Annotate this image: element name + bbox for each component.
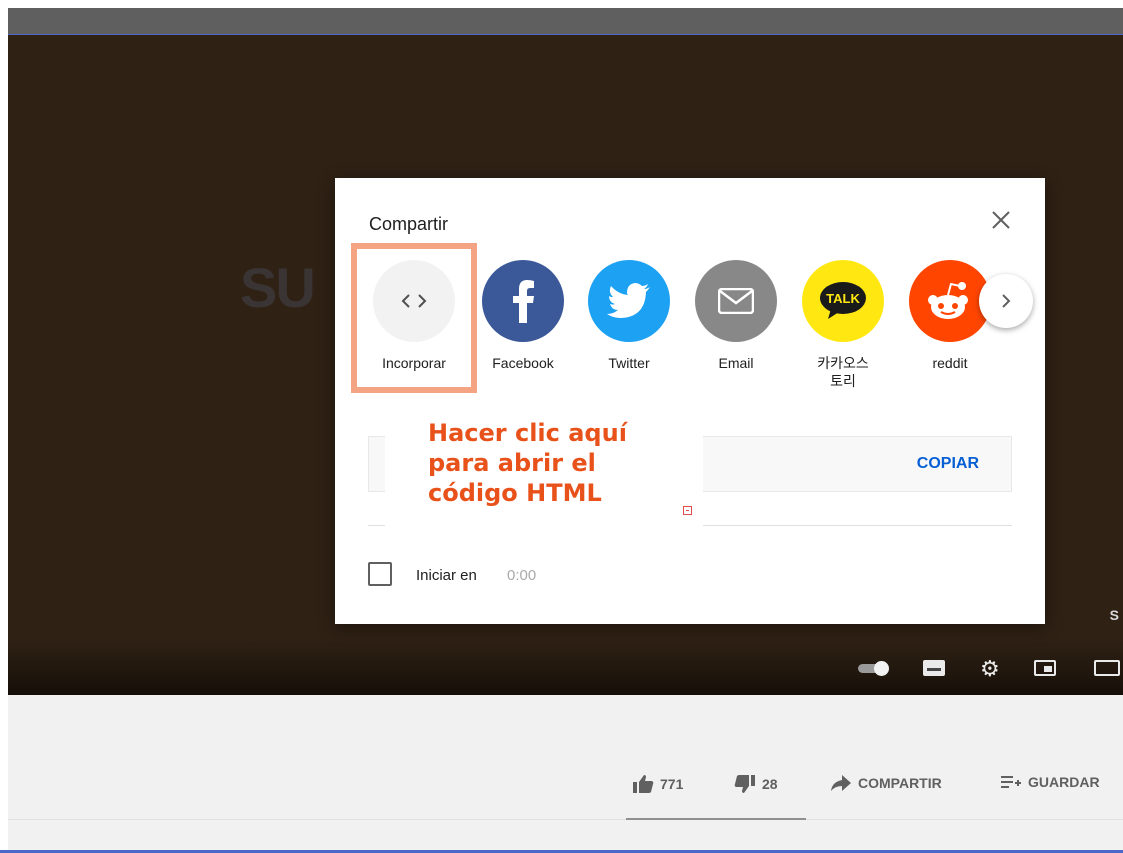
twitter-icon — [607, 283, 650, 318]
share-label: COMPARTIR — [858, 775, 942, 791]
share-embed[interactable]: Incorporar — [373, 260, 455, 372]
add-to-playlist-icon — [1001, 776, 1021, 788]
share-arrow-icon — [831, 775, 851, 791]
copy-button[interactable]: COPIAR — [917, 455, 979, 473]
share-label-twitter: Twitter — [608, 355, 650, 371]
kakao-talk-icon: TALK — [820, 282, 866, 319]
share-facebook[interactable]: Facebook — [482, 260, 564, 372]
chevron-right-icon — [1002, 294, 1011, 308]
svg-text:TALK: TALK — [826, 291, 860, 306]
player-controls: ⚙ — [8, 640, 1123, 695]
share-label-embed: Incorporar — [382, 355, 446, 371]
share-kakaostory[interactable]: TALK 카카오스토리 — [802, 260, 884, 390]
miniplayer-icon[interactable] — [1034, 660, 1056, 676]
active-underline — [626, 818, 806, 820]
start-at-time: 0:00 — [507, 567, 537, 584]
start-at-checkbox[interactable] — [368, 562, 392, 586]
kakao-circle: TALK — [802, 260, 884, 342]
next-share-options-button[interactable] — [979, 274, 1033, 328]
annotation-marker-icon — [683, 506, 692, 515]
divider-line — [8, 819, 1123, 820]
save-label: GUARDAR — [1028, 774, 1100, 790]
video-logo-text: SU — [240, 256, 316, 319]
email-circle — [695, 260, 777, 342]
share-twitter[interactable]: Twitter — [588, 260, 670, 372]
share-reddit[interactable]: reddit — [909, 260, 991, 372]
close-button[interactable] — [989, 208, 1013, 232]
share-email[interactable]: Email — [695, 260, 777, 372]
autoplay-toggle[interactable] — [858, 661, 892, 676]
video-corner-text: S — [1109, 607, 1119, 623]
theater-mode-icon[interactable] — [1094, 660, 1120, 676]
share-label-reddit: reddit — [932, 355, 968, 371]
share-label-kakaostory: 카카오스토리 — [817, 355, 869, 389]
share-label-email: Email — [718, 355, 754, 371]
video-info-area: 771 28 COMPARTIR GUARDAR — [8, 695, 1123, 850]
thumbs-up-icon — [633, 775, 654, 793]
embed-circle — [373, 260, 455, 342]
save-button[interactable]: GUARDAR — [1000, 774, 1100, 790]
start-at-label: Iniciar en — [416, 567, 477, 584]
close-icon — [992, 211, 1010, 229]
subtitles-icon[interactable] — [923, 660, 945, 676]
annotation-text: Hacer clic aquí para abrir el código HTM… — [428, 419, 627, 507]
dialog-title: Compartir — [369, 214, 449, 234]
share-dialog: Compartir Incorporar Facebook Twitter Em… — [335, 178, 1045, 624]
browser-top-bar — [8, 8, 1123, 35]
email-icon — [718, 288, 754, 314]
like-count: 771 — [660, 776, 684, 792]
dislike-count: 28 — [762, 776, 778, 792]
settings-gear-icon[interactable]: ⚙ — [980, 656, 1000, 682]
reddit-icon — [928, 282, 968, 319]
dislike-button[interactable]: 28 — [734, 774, 778, 794]
twitter-circle — [588, 260, 670, 342]
share-button[interactable]: COMPARTIR — [830, 774, 942, 792]
autoplay-knob-icon — [874, 661, 889, 676]
facebook-circle — [482, 260, 564, 342]
thumbs-down-icon — [734, 775, 755, 793]
share-label-facebook: Facebook — [492, 355, 554, 371]
facebook-icon — [513, 280, 534, 323]
like-button[interactable]: 771 — [632, 774, 683, 794]
embed-icon — [401, 294, 427, 308]
